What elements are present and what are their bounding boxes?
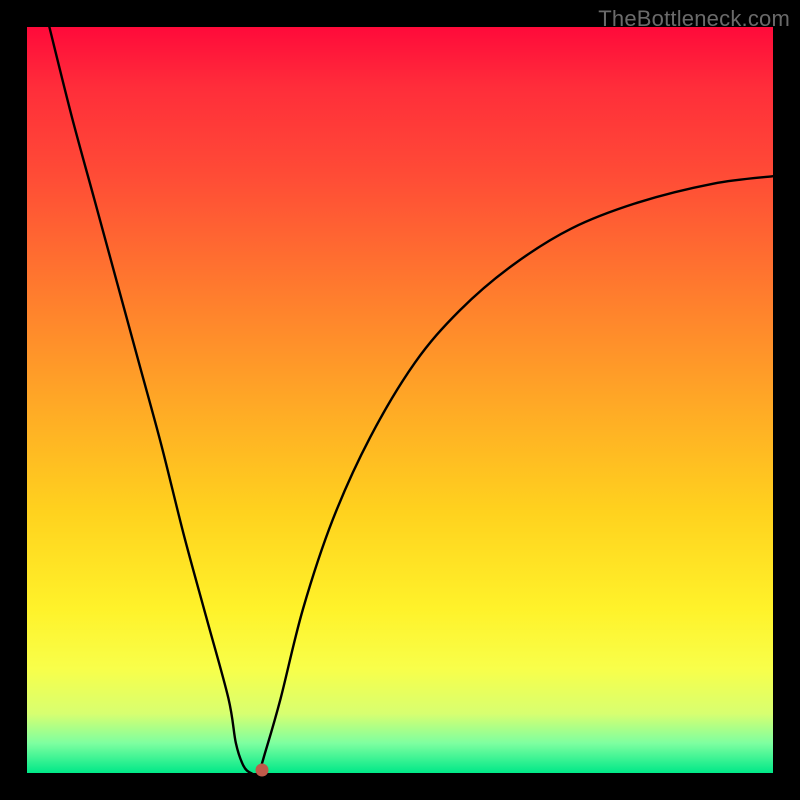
chart-plot-area	[27, 27, 773, 773]
optimal-point-marker	[255, 764, 268, 777]
chart-frame: TheBottleneck.com	[0, 0, 800, 800]
bottleneck-curve	[49, 27, 773, 775]
watermark-text: TheBottleneck.com	[598, 6, 790, 32]
chart-curve-svg	[27, 27, 773, 773]
